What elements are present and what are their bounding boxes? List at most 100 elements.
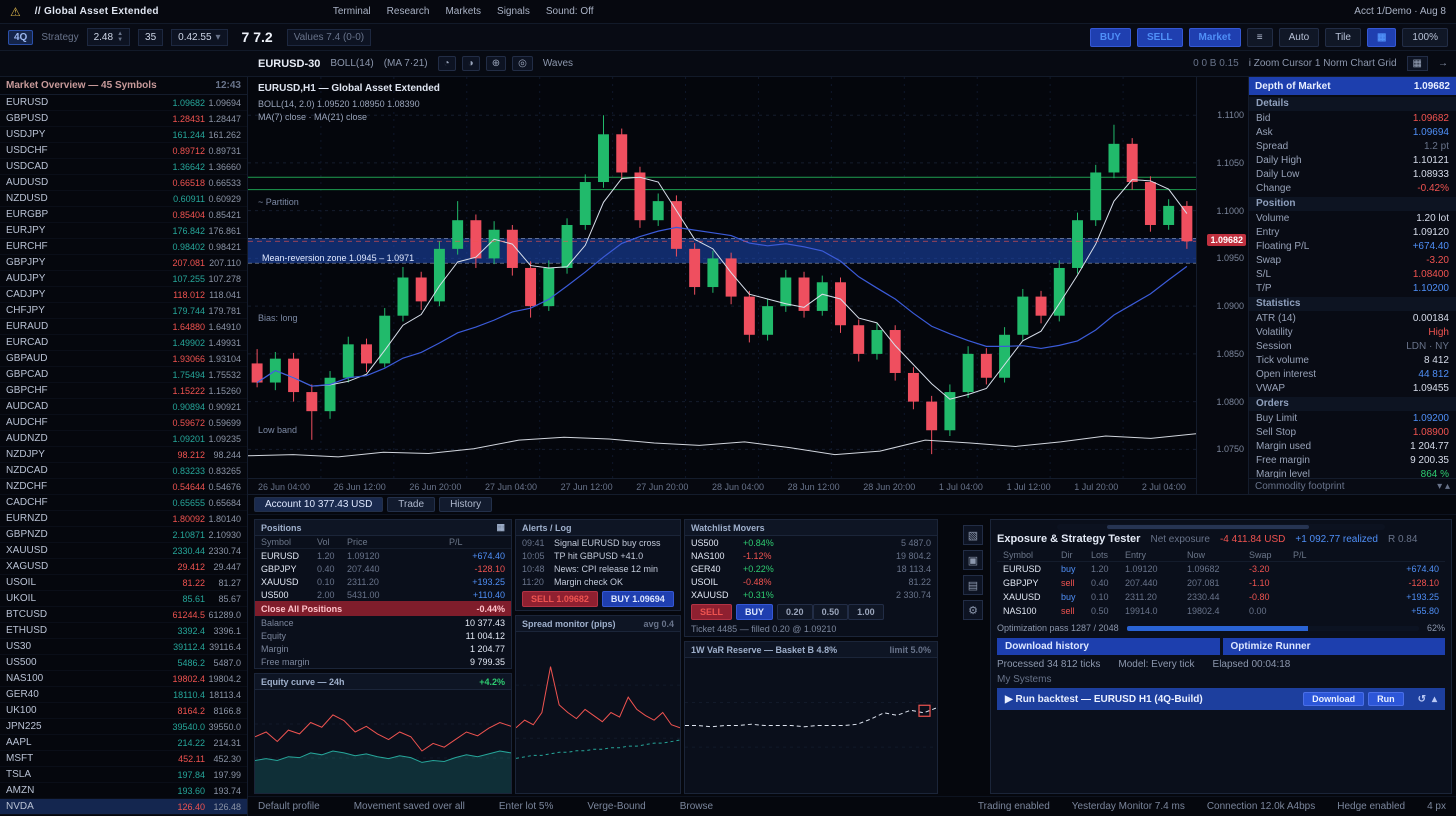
watchlist-row[interactable]: EURUSD1.096821.09694 <box>0 95 247 111</box>
rb-position-row[interactable]: GBPJPYsell0.40207.440207.081-1.10-128.10 <box>997 576 1445 590</box>
dom-row[interactable]: Change-0.42% <box>1249 181 1456 195</box>
toolbar-button-[interactable]: ▦ <box>1367 28 1396 47</box>
values-box[interactable]: Values 7.4 (0-0) <box>287 29 371 46</box>
watchlist-row[interactable]: AMZN193.60193.74 <box>0 783 247 799</box>
toolbar-button-tile[interactable]: Tile <box>1325 28 1361 47</box>
watchlist-row[interactable]: EURAUD1.648801.64910 <box>0 319 247 335</box>
watchlist-row[interactable]: GBPNZD2.108712.10930 <box>0 527 247 543</box>
watchlist-row[interactable]: USOIL81.2281.27 <box>0 575 247 591</box>
watchlist-row[interactable]: NZDCHF0.546440.54676 <box>0 479 247 495</box>
rb-position-row[interactable]: XAUUSDbuy0.102311.202330.44-0.80+193.25 <box>997 590 1445 604</box>
watchlist-row[interactable]: GBPCAD1.754941.75532 <box>0 367 247 383</box>
toolbar-button-buy[interactable]: BUY <box>1090 28 1131 47</box>
dom-row[interactable]: Volume1.20 lot <box>1249 211 1456 225</box>
watchlist-row[interactable]: USDCAD1.366421.36660 <box>0 159 247 175</box>
watchlist-row[interactable]: NZDJPY98.21298.244 <box>0 447 247 463</box>
chart-symbol[interactable]: EURUSD-30 <box>258 58 320 70</box>
watchlist-row[interactable]: AUDNZD1.092011.09235 <box>0 431 247 447</box>
position-row[interactable]: XAUUSD0.102311.20+193.25 <box>255 575 511 588</box>
watchlist-row[interactable]: GBPCHF1.152221.15260 <box>0 383 247 399</box>
dom-row[interactable]: Buy Limit1.09200 <box>1249 411 1456 425</box>
watchlist-row[interactable]: AUDCHF0.596720.59699 <box>0 415 247 431</box>
toolbar-button-100[interactable]: 100% <box>1402 28 1448 47</box>
menu-item[interactable]: Markets <box>445 6 481 17</box>
stepper-arrows-icon[interactable]: ▲▼ <box>117 31 123 43</box>
rb-run-button-download[interactable]: Download <box>1303 692 1364 706</box>
buy-button[interactable]: BUY 1.09694 <box>602 591 674 607</box>
quote-box[interactable]: 0.42.55 ▾ <box>171 29 227 46</box>
lot-preset-button[interactable]: 0.20 <box>777 604 813 620</box>
watchlist-row[interactable]: AAPL214.22214.31 <box>0 735 247 751</box>
dom-row[interactable]: S/L1.08400 <box>1249 267 1456 281</box>
dom-row[interactable]: Ask1.09694 <box>1249 125 1456 139</box>
dom-row[interactable]: VWAP1.09455 <box>1249 381 1456 395</box>
price-scale[interactable]: 1.07501.08001.08501.09001.09501.10001.10… <box>1196 77 1248 494</box>
dom-row[interactable]: Bid1.09682 <box>1249 111 1456 125</box>
watchlist-row[interactable]: GER4018110.418113.4 <box>0 687 247 703</box>
watchlist-row[interactable]: XAGUSD29.41229.447 <box>0 559 247 575</box>
watchlist-row[interactable]: NVDA126.40126.48 <box>0 799 247 815</box>
watchlist-row[interactable]: GBPUSD1.284311.28447 <box>0 111 247 127</box>
dom-row[interactable]: T/P1.10200 <box>1249 281 1456 295</box>
watchlist-row[interactable]: ETHUSD3392.43396.1 <box>0 623 247 639</box>
toolbar-button-market[interactable]: Market <box>1189 28 1241 47</box>
mover-row[interactable]: US500+0.84%5 487.0 <box>685 536 937 549</box>
watchlist-row[interactable]: CADJPY118.012118.041 <box>0 287 247 303</box>
strategy-badge[interactable]: 4Q <box>8 30 33 45</box>
watchlist-row[interactable]: USDJPY161.244161.262 <box>0 127 247 143</box>
watchlist-row[interactable]: AUDCAD0.908940.90921 <box>0 399 247 415</box>
dom-row[interactable]: Spread1.2 pt <box>1249 139 1456 153</box>
window-grid-icon[interactable]: ▦ <box>1407 56 1428 71</box>
watchlist-row[interactable]: UKOIL85.6185.67 <box>0 591 247 607</box>
rb-position-row[interactable]: EURUSDbuy1.201.091201.09682-3.20+674.40 <box>997 562 1445 576</box>
chart-icon[interactable]: ▤ <box>963 575 983 595</box>
panel-menu-icon[interactable]: ▦ <box>496 522 505 533</box>
rb-scrollbar-thumb[interactable] <box>1107 525 1309 529</box>
dom-row[interactable]: Daily High1.10121 <box>1249 153 1456 167</box>
dom-row[interactable]: Margin used1 204.77 <box>1249 439 1456 453</box>
close-all-button[interactable]: Close All Positions -0.44% <box>255 601 511 616</box>
dom-row[interactable]: Sell Stop1.08900 <box>1249 425 1456 439</box>
bottom-tab[interactable]: Trade <box>387 497 435 512</box>
menu-item[interactable]: Terminal <box>333 6 371 17</box>
dom-row[interactable]: Entry1.09120 <box>1249 225 1456 239</box>
rb-run-button-run[interactable]: Run <box>1368 692 1404 706</box>
watchlist-row[interactable]: EURCHF0.984020.98421 <box>0 239 247 255</box>
rb-run-icon[interactable]: ▴ <box>1432 694 1437 705</box>
gear-icon[interactable]: ⚙ <box>963 600 983 620</box>
watchlist-row[interactable]: XAUUSD2330.442330.74 <box>0 543 247 559</box>
menu-item[interactable]: Research <box>387 6 430 17</box>
run-backtest-button[interactable]: ▶ Run backtest — EURUSD H1 (4Q-Build) Do… <box>997 688 1445 710</box>
watchlist-row[interactable]: BTCUSD61244.561289.0 <box>0 607 247 623</box>
mover-row[interactable]: NAS100-1.12%19 804.2 <box>685 549 937 562</box>
watchlist-row[interactable]: NZDUSD0.609110.60929 <box>0 191 247 207</box>
dom-row[interactable]: Free margin9 200.35 <box>1249 453 1456 467</box>
package-icon[interactable]: ▣ <box>963 550 983 570</box>
sell-button[interactable]: SELL 1.09682 <box>522 591 598 607</box>
rb-position-row[interactable]: NAS100sell0.5019914.019802.40.00+55.80 <box>997 604 1445 618</box>
watchlist-row[interactable]: EURJPY176.842176.861 <box>0 223 247 239</box>
dom-row[interactable]: Open interest44 812 <box>1249 367 1456 381</box>
watchlist-row[interactable]: CADCHF0.656550.65684 <box>0 495 247 511</box>
spread-box[interactable]: 35 <box>138 29 163 46</box>
watchlist-row[interactable]: EURCAD1.499021.49931 <box>0 335 247 351</box>
mover-row[interactable]: GER40+0.22%18 113.4 <box>685 562 937 575</box>
chart-tool-icon[interactable]: ⊕ <box>486 56 506 71</box>
dom-row[interactable]: Margin level864 % <box>1249 467 1456 478</box>
toolbar-button-sell[interactable]: SELL <box>1137 28 1183 47</box>
rb-run-icon[interactable]: ↺ <box>1418 694 1426 705</box>
toolbar-button-auto[interactable]: Auto <box>1279 28 1320 47</box>
watchlist-row[interactable]: UK1008164.28166.8 <box>0 703 247 719</box>
dom-row[interactable]: ATR (14)0.00184 <box>1249 311 1456 325</box>
wallet-icon[interactable]: ▧ <box>963 525 983 545</box>
movers-buy-button[interactable]: BUY <box>736 604 773 620</box>
alert-row[interactable]: 10:05TP hit GBPUSD +41.0 <box>516 549 680 562</box>
watchlist-row[interactable]: CHFJPY179.744179.781 <box>0 303 247 319</box>
watchlist-row[interactable]: JPN22539540.039550.0 <box>0 719 247 735</box>
sort-arrows-icon[interactable]: ▾ ▴ <box>1437 481 1450 492</box>
lot-preset-button[interactable]: 1.00 <box>848 604 884 620</box>
chart-mode-item[interactable]: Chart Grid <box>1348 58 1397 69</box>
chart-mode-item[interactable]: i Zoom <box>1249 58 1280 69</box>
position-row[interactable]: EURUSD1.201.09120+674.40 <box>255 549 511 562</box>
chart-tool-icon[interactable]: ◔ <box>438 56 456 71</box>
